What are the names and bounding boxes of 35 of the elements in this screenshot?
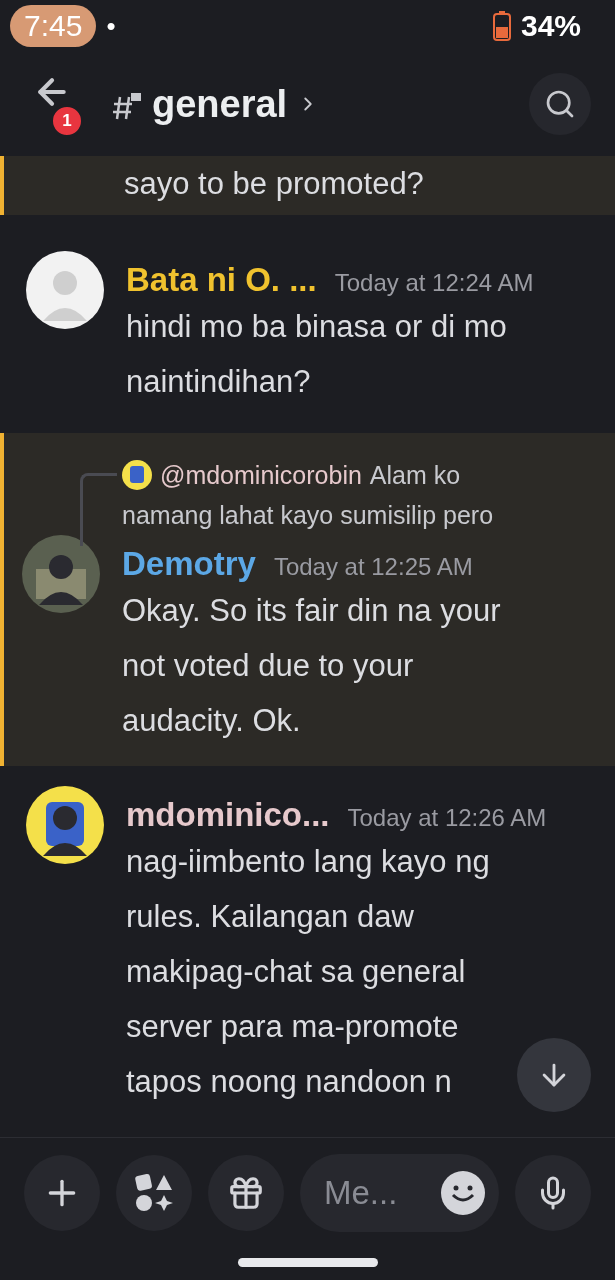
reply-text: namang lahat kayo sumisilip pero xyxy=(122,500,495,531)
notification-dot: • xyxy=(106,10,116,42)
channel-name[interactable]: general xyxy=(152,82,288,126)
clock: 7:45 xyxy=(10,5,97,47)
message-text: tapos noong nandoon n xyxy=(126,1063,452,1101)
avatar[interactable] xyxy=(26,251,104,329)
message-text: audacity. Ok. xyxy=(122,702,301,740)
message-text: rules. Kailangan daw xyxy=(126,898,414,936)
reply-author[interactable]: @mdominicorobin xyxy=(160,460,362,490)
back-button[interactable]: 1 xyxy=(32,72,82,136)
message-text: hindi mo ba binasa or di mo xyxy=(126,308,507,346)
timestamp: Today at 12:24 AM xyxy=(334,269,534,297)
unread-badge: 1 xyxy=(50,104,84,138)
message-text: makipag-chat sa general xyxy=(126,953,466,991)
avatar xyxy=(122,460,152,490)
message-text: nag-iimbento lang kayo ng xyxy=(126,843,490,881)
emoji-icon[interactable] xyxy=(441,1171,485,1215)
message-text: Okay. So its fair din na your xyxy=(122,592,501,630)
author-name[interactable]: Demotry xyxy=(122,545,256,583)
message-text: naintindihan? xyxy=(126,363,311,401)
message-text: server para ma-promote xyxy=(126,1008,459,1046)
timestamp: Today at 12:26 AM xyxy=(347,804,547,832)
author-name[interactable]: mdominico... xyxy=(126,796,330,834)
search-icon xyxy=(544,88,576,120)
battery-level: 34% xyxy=(520,9,581,43)
message-field[interactable]: Me... xyxy=(300,1154,499,1232)
message-text: not voted due to your xyxy=(122,647,414,685)
gift-icon xyxy=(227,1174,265,1212)
reply-text: Alam ko xyxy=(369,460,461,491)
battery-icon xyxy=(492,11,511,41)
shapes-icon xyxy=(134,1173,174,1213)
author-name[interactable]: Bata ni O. ... xyxy=(126,261,317,299)
message-text: sayo to be promoted? xyxy=(124,165,424,203)
avatar[interactable] xyxy=(26,786,104,864)
timestamp: Today at 12:25 AM xyxy=(273,553,473,581)
